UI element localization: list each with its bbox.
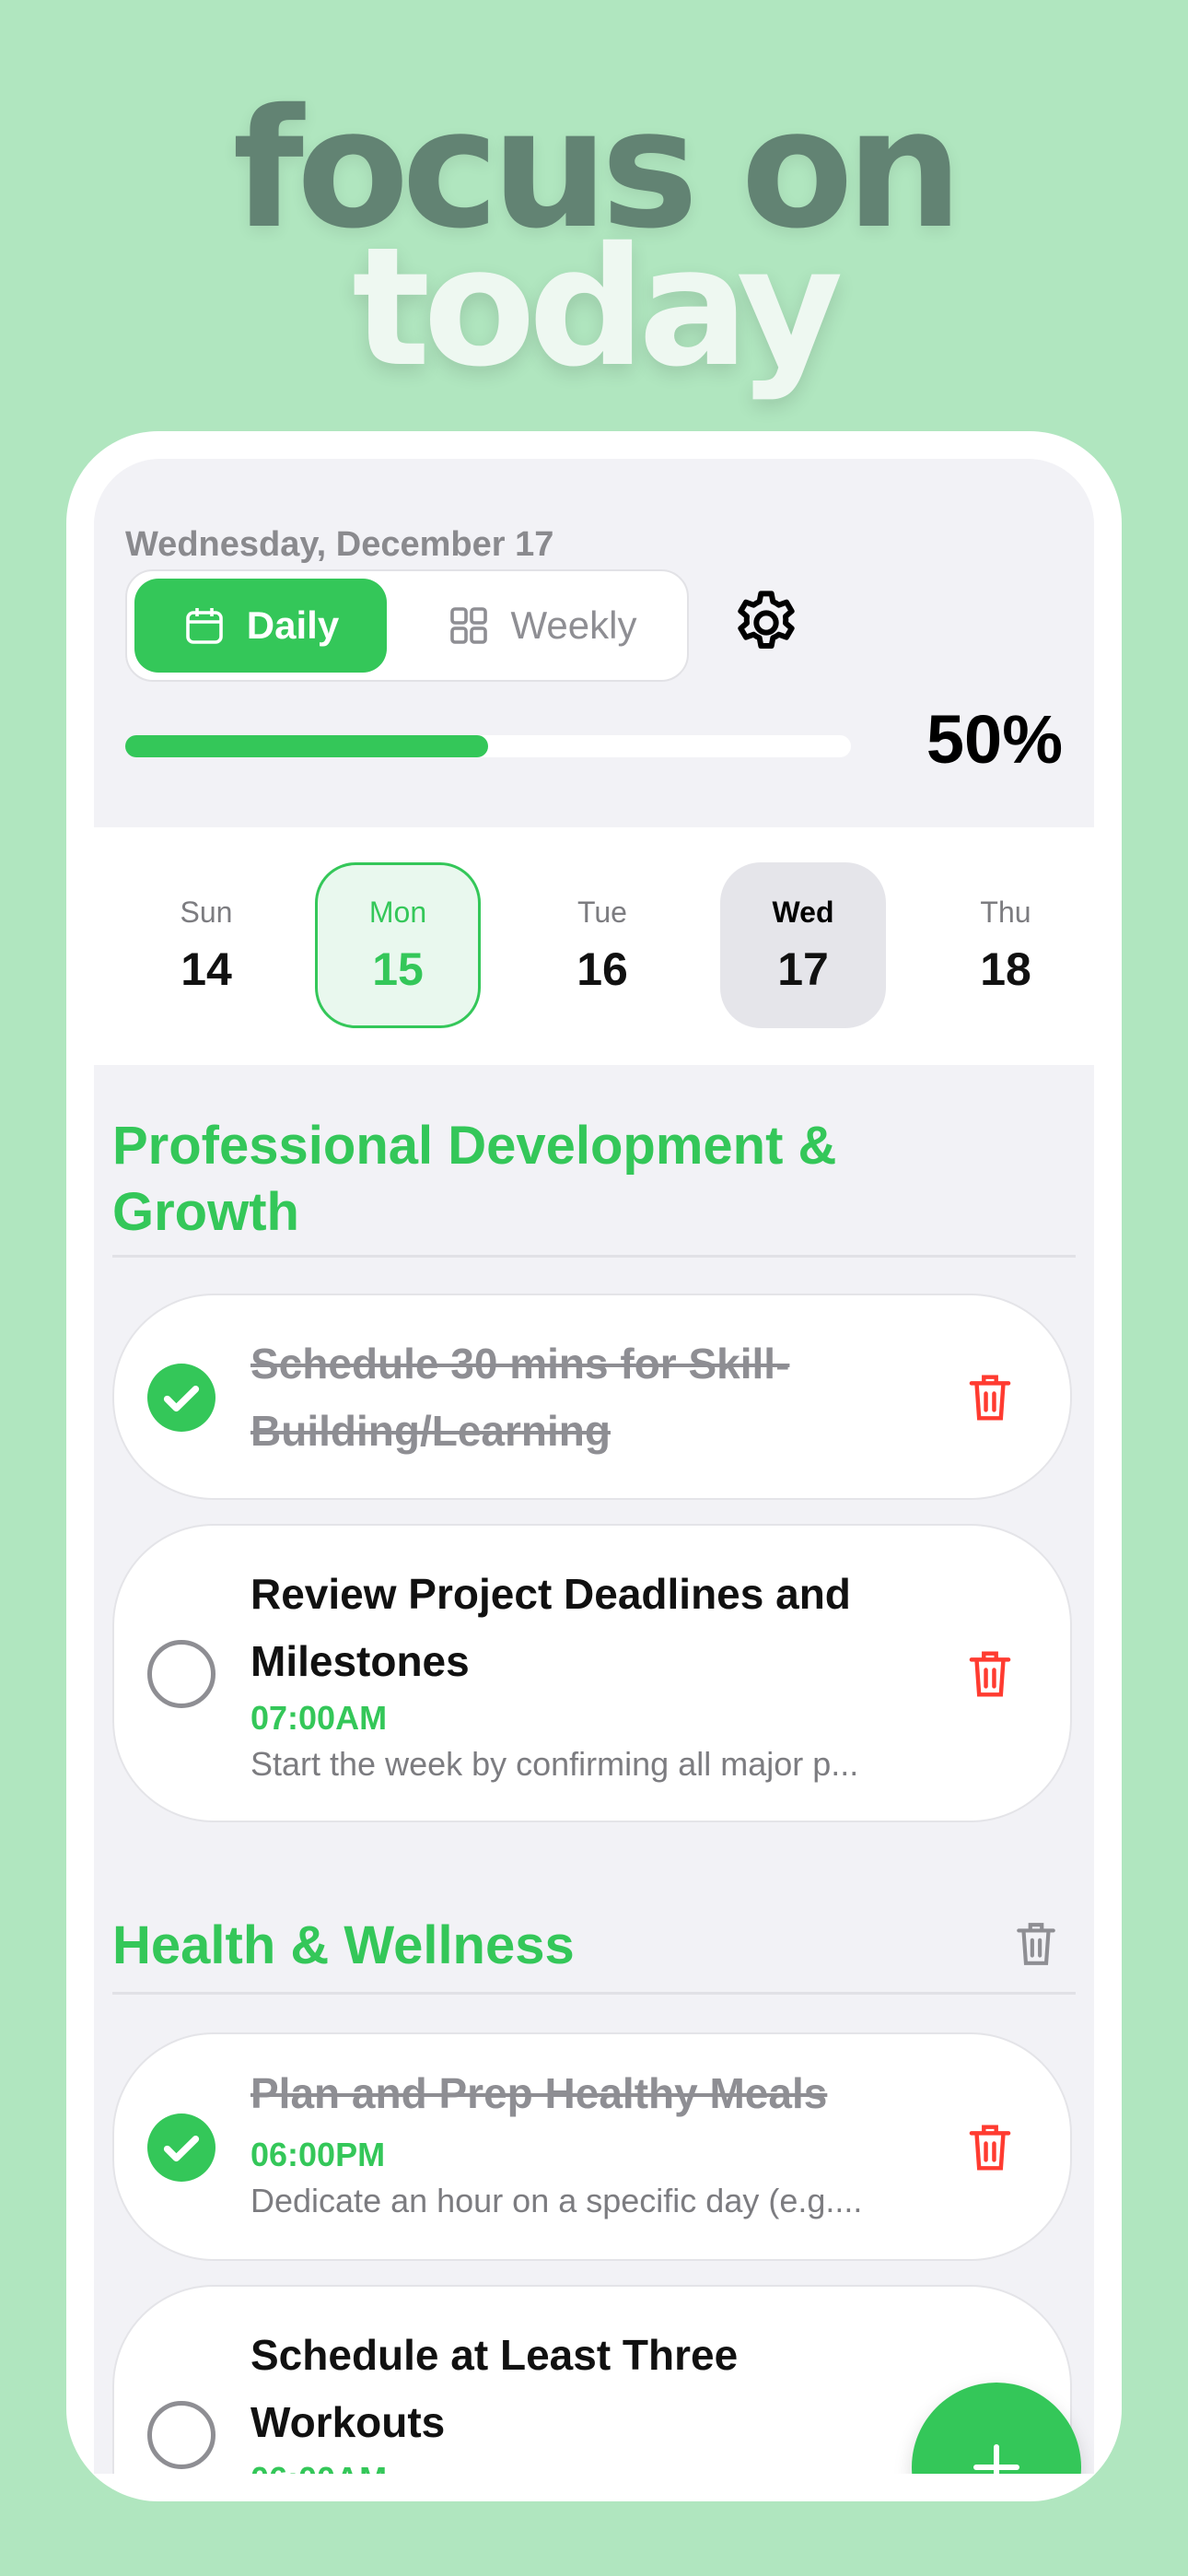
day-thu[interactable]: Thu 18	[923, 862, 1089, 1028]
section-title-line: Growth	[112, 1182, 299, 1242]
plus-icon	[973, 2444, 1019, 2474]
task-card[interactable]: Review Project Deadlines and Milestones …	[112, 1524, 1072, 1822]
current-date: Wednesday, December 17	[125, 525, 554, 564]
trash-icon[interactable]	[965, 2121, 1015, 2174]
view-toggle: Daily Weekly	[125, 569, 689, 682]
progress-bar	[125, 735, 851, 757]
calendar-icon	[185, 608, 223, 644]
task-checkbox[interactable]	[147, 2113, 215, 2182]
day-name: Sun	[180, 895, 233, 929]
tab-daily[interactable]: Daily	[134, 579, 387, 673]
task-card[interactable]: Plan and Prep Healthy Meals 06:00PM Dedi…	[112, 2032, 1072, 2261]
task-time: 06:00PM	[250, 2136, 386, 2173]
trash-icon[interactable]	[965, 1647, 1015, 1701]
section-title-line: Professional Development &	[112, 1116, 837, 1176]
day-name: Thu	[980, 895, 1031, 929]
day-name: Wed	[772, 895, 834, 929]
task-time: 06:00AM	[250, 2460, 387, 2474]
day-number: 17	[777, 943, 829, 995]
task-checkbox[interactable]	[147, 2401, 215, 2469]
task-title-line: Milestones	[250, 1637, 470, 1685]
tab-weekly-label: Weekly	[510, 603, 637, 647]
section-title: Health & Wellness	[112, 1915, 575, 1975]
section-divider	[112, 1255, 1076, 1258]
device-frame: Wednesday, December 17 Daily Weekly 50% …	[66, 431, 1122, 2501]
app-screen: Wednesday, December 17 Daily Weekly 50% …	[94, 459, 1094, 2474]
section-divider	[112, 1992, 1076, 1995]
header-panel: Wednesday, December 17 Daily Weekly 50%	[94, 459, 1094, 827]
check-icon	[163, 2136, 200, 2162]
day-wed[interactable]: Wed 17	[720, 862, 886, 1028]
task-card[interactable]: Schedule 30 mins for Skill- Building/Lea…	[112, 1294, 1072, 1500]
section-title: Professional Development & Growth	[112, 1113, 836, 1246]
tab-weekly[interactable]: Weekly	[403, 579, 680, 673]
task-time: 07:00AM	[250, 1699, 388, 1737]
day-number: 15	[372, 943, 424, 995]
task-title-line: Review Project Deadlines and	[250, 1570, 851, 1618]
day-tue[interactable]: Tue 16	[519, 862, 685, 1028]
task-checkbox[interactable]	[147, 1364, 215, 1432]
week-strip: Sun 14 Mon 15 Tue 16 Wed 17 Thu 18	[94, 827, 1094, 1065]
day-name: Mon	[368, 895, 427, 929]
progress-percent: 50%	[926, 701, 1063, 778]
task-note: Start the week by confirming all major p…	[250, 1745, 859, 1783]
task-title-line: Workouts	[250, 2398, 446, 2446]
task-title: Plan and Prep Healthy Meals	[250, 2069, 828, 2117]
task-title: Review Project Deadlines and Milestones	[250, 1561, 950, 1695]
trash-icon[interactable]	[965, 1371, 1015, 1424]
day-mon[interactable]: Mon 15	[315, 862, 481, 1028]
day-number: 16	[577, 943, 628, 995]
task-title-line: Schedule 30 mins for Skill-	[250, 1340, 790, 1388]
add-task-button[interactable]	[912, 2383, 1081, 2474]
progress-fill	[125, 735, 488, 757]
promo-headline-line2: today	[352, 212, 843, 403]
task-title: Schedule 30 mins for Skill- Building/Lea…	[250, 1330, 950, 1465]
day-name: Tue	[577, 895, 627, 929]
trash-icon[interactable]	[1013, 1918, 1059, 1970]
task-title: Schedule at Least Three Workouts	[250, 2322, 950, 2456]
task-title-line: Building/Learning	[250, 1407, 611, 1455]
task-note: Dedicate an hour on a specific day (e.g.…	[250, 2182, 863, 2219]
task-checkbox[interactable]	[147, 1640, 215, 1708]
task-title-line: Schedule at Least Three	[250, 2331, 739, 2379]
day-sun[interactable]: Sun 14	[123, 862, 289, 1028]
gear-icon[interactable]	[729, 586, 803, 660]
check-icon	[163, 1386, 200, 1412]
day-number: 14	[181, 943, 232, 995]
grid-icon	[449, 607, 487, 644]
day-number: 18	[980, 943, 1031, 995]
tab-daily-label: Daily	[246, 603, 340, 647]
